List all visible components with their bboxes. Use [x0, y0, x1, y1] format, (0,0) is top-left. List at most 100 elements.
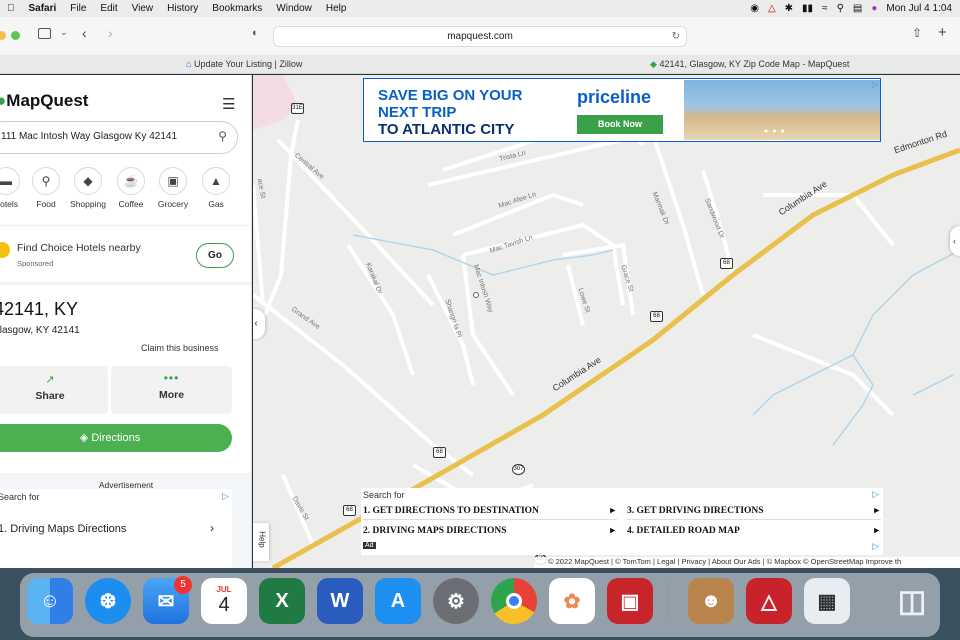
- chevron-down-icon[interactable]: ⌄: [60, 27, 68, 38]
- chrome-center: [506, 593, 522, 609]
- tab-mapquest-label: 42141, Glasgow, KY Zip Code Map - MapQue…: [659, 59, 850, 69]
- calendar-icon[interactable]: JUL 4: [201, 578, 247, 624]
- photos-icon[interactable]: ✿: [549, 578, 595, 624]
- bottom-ad-item-2[interactable]: 2. DRIVING MAPS DIRECTIONS ▸: [363, 522, 617, 540]
- shield-68-a: 68: [720, 258, 733, 269]
- expand-panel-button[interactable]: ‹: [950, 226, 960, 256]
- spotlight-icon[interactable]: ⚲: [837, 3, 844, 14]
- trash-icon[interactable]: ◫: [889, 578, 935, 624]
- collapse-sidebar-button[interactable]: ‹: [253, 309, 265, 339]
- category-grocery[interactable]: ▣ Grocery: [149, 167, 197, 209]
- ad-search-for: Search for: [0, 492, 40, 502]
- menu-file[interactable]: File: [63, 3, 93, 14]
- bottom-ad-item-3[interactable]: 3. GET DRIVING DIRECTIONS ▸: [627, 502, 881, 520]
- system-preferences-icon[interactable]: ⚙: [433, 578, 479, 624]
- bottom-ad-item-2-label: 2. DRIVING MAPS DIRECTIONS: [363, 526, 507, 536]
- search-icon[interactable]: ⚲: [218, 129, 227, 143]
- chrome-icon[interactable]: [491, 578, 537, 624]
- hamburger-menu-icon[interactable]: ☰: [222, 95, 235, 113]
- search-field[interactable]: 111 Mac Intosh Way Glasgow Ky 42141 ⚲: [0, 121, 238, 154]
- safari-icon[interactable]: ❆: [85, 578, 131, 624]
- app-store-icon[interactable]: A: [375, 578, 421, 624]
- reload-icon[interactable]: ↻: [672, 27, 680, 46]
- street-left-vertical: [253, 184, 265, 306]
- ad-item-chevron-icon: ›: [210, 521, 214, 535]
- adobe-icon[interactable]: △: [768, 3, 776, 14]
- menu-clock[interactable]: Mon Jul 4 1:04: [886, 3, 952, 14]
- adchoices-icon[interactable]: ▷: [222, 491, 229, 502]
- preview-icon[interactable]: ▦: [804, 578, 850, 624]
- battery-icon[interactable]: ▮▮: [802, 3, 813, 14]
- menu-window[interactable]: Window: [269, 3, 319, 14]
- ad-item-1[interactable]: 1. Driving Maps Directions: [0, 523, 126, 535]
- share-button[interactable]: ↗ Share: [0, 366, 108, 414]
- share-icon[interactable]: ⇧: [912, 26, 922, 40]
- category-food-label: Food: [36, 199, 56, 209]
- contacts-icon[interactable]: ☻: [688, 578, 734, 624]
- apple-menu-icon[interactable]: : [0, 3, 22, 14]
- tab-bar: ⌂ Update Your Listing | Zillow ◆ 42141, …: [0, 55, 960, 74]
- map-canvas[interactable]: Columbia Ave Columbia Ave Edmonton Rd Ce…: [253, 75, 960, 568]
- category-food[interactable]: ⚲ Food: [22, 167, 70, 209]
- chevron-right-icon: ▸: [610, 506, 615, 516]
- word-icon[interactable]: W: [317, 578, 363, 624]
- bottom-ad-item-1[interactable]: 1. GET DIRECTIONS TO DESTINATION ▸: [363, 502, 617, 520]
- sidebar-panel: ●MapQuest ☰ 111 Mac Intosh Way Glasgow K…: [0, 75, 252, 568]
- sponsored-card[interactable]: Find Choice Hotels nearby Sponsored Go: [0, 225, 251, 283]
- excel-icon[interactable]: X: [259, 578, 305, 624]
- claim-business-link[interactable]: Claim this business: [141, 343, 219, 353]
- malwarebytes-icon[interactable]: ◉: [750, 3, 759, 14]
- siri-icon[interactable]: ●: [871, 3, 877, 14]
- category-shopping[interactable]: ◆ Shopping: [64, 167, 112, 209]
- cart-icon: ▣: [159, 167, 187, 195]
- ad-box[interactable]: Search for ▷ 1. Driving Maps Directions …: [0, 489, 232, 568]
- street-right-lower: [752, 333, 895, 417]
- bottom-ad-item-1-label: 1. GET DIRECTIONS TO DESTINATION: [363, 506, 539, 516]
- control-center-icon[interactable]: ▤: [853, 3, 862, 14]
- book-now-button[interactable]: Book Now: [577, 115, 663, 134]
- acrobat-icon[interactable]: △: [746, 578, 792, 624]
- sponsored-go-button[interactable]: Go: [196, 243, 234, 268]
- category-gas[interactable]: ▲ Gas: [192, 167, 240, 209]
- finder-icon[interactable]: ☺: [27, 578, 73, 624]
- new-tab-button[interactable]: +: [938, 24, 947, 41]
- more-button[interactable]: ••• More: [111, 366, 232, 414]
- search-input[interactable]: 111 Mac Intosh Way Glasgow Ky 42141: [1, 131, 177, 142]
- advertisement-section: Advertisement Search for ▷ 1. Driving Ma…: [0, 473, 251, 568]
- adchoices-icon[interactable]: ▷: [872, 489, 879, 500]
- banner-copy: SAVE BIG ON YOUR NEXT TRIP TO ATLANTIC C…: [378, 87, 522, 138]
- bottom-ad-item-4[interactable]: 4. DETAILED ROAD MAP ▸: [627, 522, 881, 540]
- bottom-ad-item-4-label: 4. DETAILED ROAD MAP: [627, 526, 740, 536]
- window-zoom-button[interactable]: [11, 31, 20, 40]
- category-coffee[interactable]: ☕ Coffee: [107, 167, 155, 209]
- menu-view[interactable]: View: [125, 3, 161, 14]
- menu-bookmarks[interactable]: Bookmarks: [205, 3, 269, 14]
- address-bar[interactable]: mapquest.com ↻: [273, 26, 687, 47]
- sponsored-label: Sponsored: [17, 259, 54, 268]
- menu-edit[interactable]: Edit: [93, 3, 124, 14]
- tab-zillow[interactable]: ⌂ Update Your Listing | Zillow: [186, 55, 302, 74]
- menu-help[interactable]: Help: [319, 3, 354, 14]
- menu-history[interactable]: History: [160, 3, 205, 14]
- banner-line-1: SAVE BIG ON YOUR: [378, 87, 523, 104]
- bluetooth-icon[interactable]: ✱: [785, 3, 793, 14]
- back-button[interactable]: ‹: [82, 25, 87, 41]
- photo-booth-icon[interactable]: ▣: [607, 578, 653, 624]
- privacy-shield-icon[interactable]: ◐: [252, 27, 259, 39]
- forward-button[interactable]: ›: [108, 25, 113, 41]
- directions-button[interactable]: ◈ Directions: [0, 424, 232, 452]
- category-hotels-label: Hotels: [0, 199, 19, 209]
- tab-mapquest[interactable]: ◆ 42141, Glasgow, KY Zip Code Map - MapQ…: [650, 55, 849, 74]
- help-tab[interactable]: Help: [253, 523, 269, 561]
- mapquest-logo[interactable]: ●MapQuest: [0, 91, 88, 111]
- adchoices-icon[interactable]: ▷: [872, 80, 878, 89]
- wifi-icon[interactable]: ≈: [822, 3, 828, 14]
- bottom-search-ad[interactable]: Search for ▷ 1. GET DIRECTIONS TO DESTIN…: [361, 488, 883, 555]
- adchoices-icon[interactable]: ▷: [872, 541, 879, 552]
- chevron-right-icon: ▸: [874, 506, 879, 516]
- sidebar-toggle-icon[interactable]: [38, 28, 51, 39]
- dock-separator: [668, 582, 669, 622]
- priceline-banner-ad[interactable]: SAVE BIG ON YOUR NEXT TRIP TO ATLANTIC C…: [363, 78, 881, 142]
- menu-app-name[interactable]: Safari: [22, 3, 64, 14]
- window-minimize-button[interactable]: [0, 31, 6, 40]
